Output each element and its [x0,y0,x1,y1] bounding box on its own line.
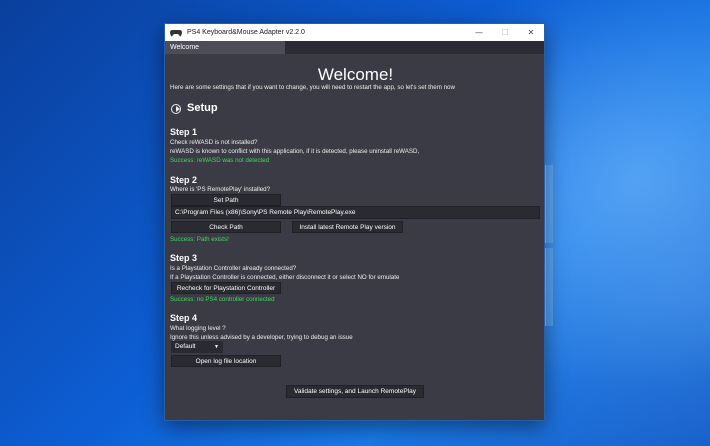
windows-logo-pane-bottom [545,248,553,326]
step3-status: Success: no PS4 controller connected [170,296,275,303]
intro-text: Here are some settings that if you want … [170,84,455,91]
step1-heading: Step 1 [170,127,198,137]
recheck-controller-button[interactable]: Recheck for Playstation Controller [171,282,281,294]
remote-play-path-field[interactable]: C:\Program Files (x86)\Sony\PS Remote Pl… [171,206,540,219]
step4-description: Ignore this unless advised by a develope… [170,334,353,341]
app-window: PS4 Keyboard&Mouse Adapter v2.2.0 — ☐ ✕ … [164,23,545,421]
step1-question: Check reWASD is not installed? [170,139,258,146]
section-title-setup[interactable]: Setup [187,102,218,114]
step3-description: If a Playstation Controller is connected… [170,274,400,281]
log-level-value: Default [175,343,196,350]
install-remote-play-button[interactable]: Install latest Remote Play version [292,221,403,233]
page-title: Welcome! [317,65,394,84]
validate-launch-button[interactable]: Validate settings, and Launch RemotePlay [286,385,424,398]
step1-description: reWASD is known to conflict with this ap… [170,148,420,155]
step2-status: Success: Path exists! [170,236,229,243]
step4-question: What logging level ? [170,325,226,332]
step3-question: Is a Playstation Controller already conn… [170,265,297,272]
step2-question: Where is 'PS RemotePlay' installed? [170,186,271,193]
step3-heading: Step 3 [170,253,198,263]
chevron-circle-icon[interactable] [171,104,181,114]
open-log-location-button[interactable]: Open log file location [171,355,281,367]
windows-logo-pane-top [545,165,553,243]
step1-status: Success: reWASD was not detected [170,157,270,164]
welcome-page: Welcome! Here are some settings that if … [165,24,544,398]
step4-heading: Step 4 [170,313,198,323]
log-level-select[interactable]: Default ▼ [171,341,223,353]
chevron-down-icon: ▼ [214,344,219,350]
step2-heading: Step 2 [170,175,198,185]
set-path-button[interactable]: Set Path [171,194,281,206]
check-path-button[interactable]: Check Path [171,221,281,233]
